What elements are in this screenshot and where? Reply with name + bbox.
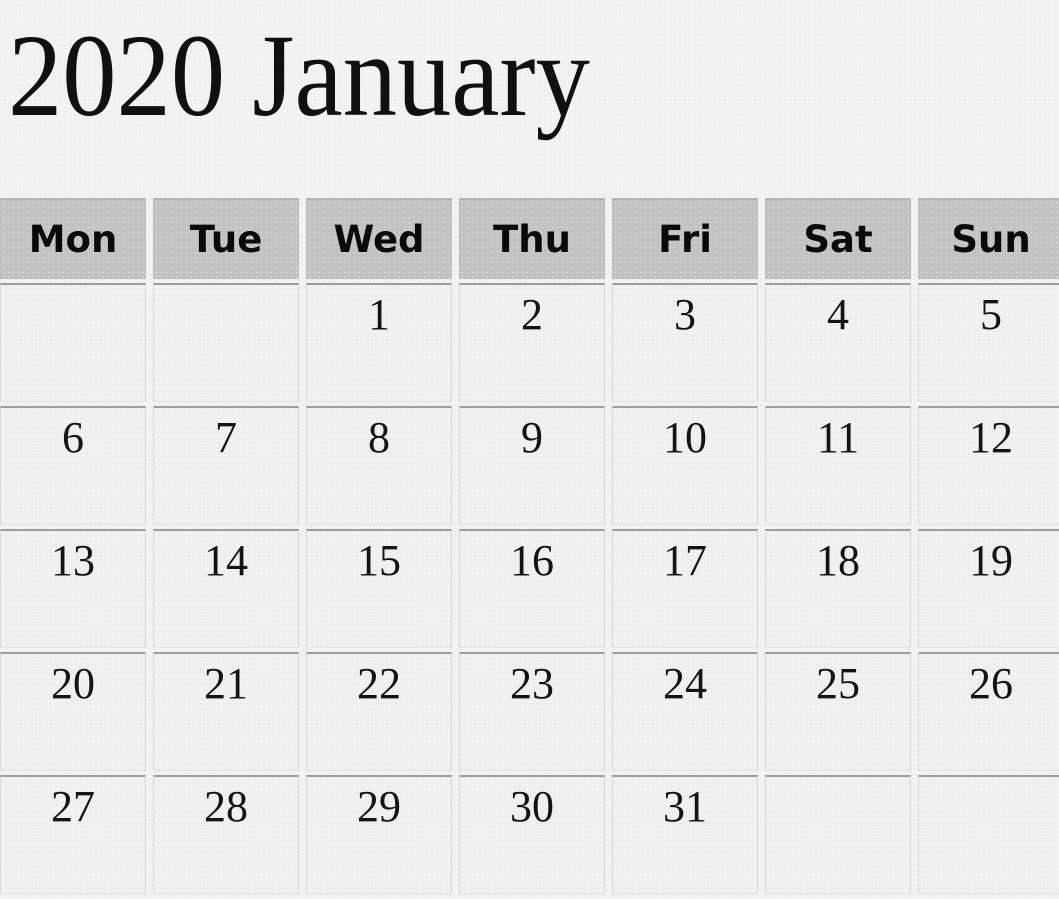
day-cell[interactable]: 22 xyxy=(306,652,452,771)
page-title: 2020 January xyxy=(8,10,590,141)
calendar-week-row: 6 7 8 9 10 11 12 xyxy=(0,406,1059,525)
day-cell[interactable]: 16 xyxy=(459,529,605,648)
weekday-header-fri: Fri xyxy=(612,198,758,279)
day-number: 11 xyxy=(816,413,860,462)
day-cell[interactable]: 27 xyxy=(0,775,146,894)
day-number: 14 xyxy=(204,536,248,585)
day-cell[interactable]: 4 xyxy=(765,283,911,402)
day-cell[interactable]: 19 xyxy=(918,529,1059,648)
weekday-header-mon: Mon xyxy=(0,198,146,279)
day-number: 7 xyxy=(215,413,237,462)
day-number: 25 xyxy=(816,659,860,708)
day-cell[interactable]: 3 xyxy=(612,283,758,402)
day-cell[interactable]: 26 xyxy=(918,652,1059,771)
weekday-header-sun: Sun xyxy=(918,198,1059,279)
day-cell[interactable]: 24 xyxy=(612,652,758,771)
day-number: 5 xyxy=(980,290,1002,339)
day-cell[interactable] xyxy=(765,775,911,894)
calendar-grid: Mon Tue Wed Thu Fri Sat Sun 1 2 3 4 5 6 xyxy=(0,194,1059,898)
weekday-header-wed: Wed xyxy=(306,198,452,279)
calendar-week-row: 27 28 29 30 31 xyxy=(0,775,1059,894)
day-number: 16 xyxy=(510,536,554,585)
day-cell[interactable]: 21 xyxy=(153,652,299,771)
day-number: 17 xyxy=(663,536,707,585)
day-number: 3 xyxy=(674,290,696,339)
day-number: 8 xyxy=(368,413,390,462)
day-number: 15 xyxy=(357,536,401,585)
day-cell[interactable]: 7 xyxy=(153,406,299,525)
day-number: 31 xyxy=(663,782,707,831)
calendar-week-row: 13 14 15 16 17 18 19 xyxy=(0,529,1059,648)
day-number: 4 xyxy=(827,290,849,339)
day-cell[interactable] xyxy=(918,775,1059,894)
day-number: 1 xyxy=(368,290,390,339)
day-cell[interactable]: 5 xyxy=(918,283,1059,402)
day-cell[interactable]: 10 xyxy=(612,406,758,525)
day-number: 28 xyxy=(204,782,248,831)
day-number: 23 xyxy=(510,659,554,708)
day-cell[interactable] xyxy=(153,283,299,402)
weekday-header-tue: Tue xyxy=(153,198,299,279)
day-number: 13 xyxy=(51,536,95,585)
day-cell[interactable]: 6 xyxy=(0,406,146,525)
day-number: 10 xyxy=(663,413,707,462)
day-cell[interactable]: 11 xyxy=(765,406,911,525)
day-cell[interactable]: 25 xyxy=(765,652,911,771)
day-cell[interactable]: 14 xyxy=(153,529,299,648)
day-cell[interactable]: 28 xyxy=(153,775,299,894)
day-cell[interactable]: 18 xyxy=(765,529,911,648)
day-cell[interactable]: 13 xyxy=(0,529,146,648)
calendar-page: 2020 January Mon Tue Wed Thu Fri Sat Sun… xyxy=(0,0,1059,899)
day-cell[interactable]: 17 xyxy=(612,529,758,648)
day-number: 21 xyxy=(204,659,248,708)
day-number: 6 xyxy=(62,413,84,462)
day-number: 29 xyxy=(357,782,401,831)
day-number: 12 xyxy=(969,413,1013,462)
weekday-header-thu: Thu xyxy=(459,198,605,279)
weekday-header-row: Mon Tue Wed Thu Fri Sat Sun xyxy=(0,198,1059,279)
day-cell[interactable]: 15 xyxy=(306,529,452,648)
day-cell[interactable]: 8 xyxy=(306,406,452,525)
day-cell[interactable]: 2 xyxy=(459,283,605,402)
day-number: 27 xyxy=(51,782,95,831)
day-cell[interactable]: 1 xyxy=(306,283,452,402)
day-number: 2 xyxy=(521,290,543,339)
day-number: 20 xyxy=(51,659,95,708)
day-number: 22 xyxy=(357,659,401,708)
day-cell[interactable]: 12 xyxy=(918,406,1059,525)
day-number: 30 xyxy=(510,782,554,831)
day-cell[interactable]: 29 xyxy=(306,775,452,894)
day-number: 19 xyxy=(969,536,1013,585)
day-cell[interactable]: 20 xyxy=(0,652,146,771)
calendar-week-row: 1 2 3 4 5 xyxy=(0,283,1059,402)
day-cell[interactable] xyxy=(0,283,146,402)
day-number: 9 xyxy=(521,413,543,462)
weekday-header-sat: Sat xyxy=(765,198,911,279)
day-cell[interactable]: 9 xyxy=(459,406,605,525)
calendar-week-row: 20 21 22 23 24 25 26 xyxy=(0,652,1059,771)
day-cell[interactable]: 31 xyxy=(612,775,758,894)
day-number: 24 xyxy=(663,659,707,708)
day-cell[interactable]: 23 xyxy=(459,652,605,771)
day-cell[interactable]: 30 xyxy=(459,775,605,894)
day-number: 18 xyxy=(816,536,860,585)
day-number: 26 xyxy=(969,659,1013,708)
